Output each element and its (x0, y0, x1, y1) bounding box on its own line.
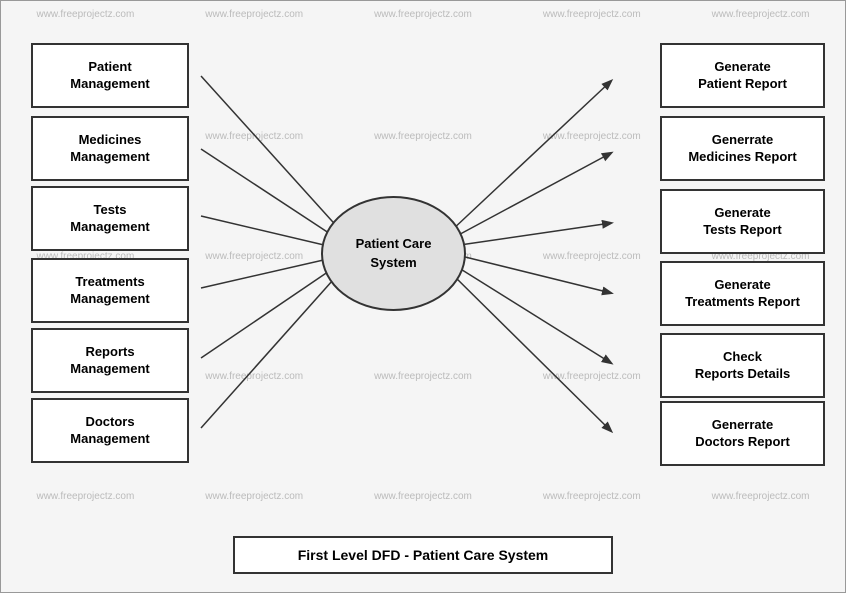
generate-tests-report-label: GenerateTests Report (703, 205, 782, 239)
treatments-management-box: TreatmentsManagement (31, 258, 189, 323)
doctors-management-label: DoctorsManagement (70, 414, 149, 448)
treatments-management-label: TreatmentsManagement (70, 274, 149, 308)
bottom-title: First Level DFD - Patient Care System (233, 536, 613, 574)
generate-patient-report-box: GeneratePatient Report (660, 43, 825, 108)
watermark-row-5: www.freeprojectz.com www.freeprojectz.co… (1, 491, 845, 502)
reports-management-label: ReportsManagement (70, 344, 149, 378)
medicines-management-label: MedicinesManagement (70, 132, 149, 166)
reports-management-box: ReportsManagement (31, 328, 189, 393)
watermark-row-1: www.freeprojectz.com www.freeprojectz.co… (1, 9, 845, 20)
check-reports-details-label: CheckReports Details (695, 349, 790, 383)
generate-treatments-report-label: GenerateTreatments Report (685, 277, 800, 311)
tests-management-box: TestsManagement (31, 186, 189, 251)
generate-doctors-report-box: GenerrateDoctors Report (660, 401, 825, 466)
generate-treatments-report-box: GenerateTreatments Report (660, 261, 825, 326)
generate-medicines-report-label: GenerrateMedicines Report (688, 132, 796, 166)
check-reports-details-box: CheckReports Details (660, 333, 825, 398)
generate-tests-report-box: GenerateTests Report (660, 189, 825, 254)
tests-management-label: TestsManagement (70, 202, 149, 236)
medicines-management-box: MedicinesManagement (31, 116, 189, 181)
center-circle: Patient CareSystem (321, 196, 466, 311)
generate-patient-report-label: GeneratePatient Report (698, 59, 787, 93)
generate-doctors-report-label: GenerrateDoctors Report (695, 417, 790, 451)
center-label: Patient CareSystem (356, 235, 432, 271)
patient-management-box: PatientManagement (31, 43, 189, 108)
generate-medicines-report-box: GenerrateMedicines Report (660, 116, 825, 181)
main-container: www.freeprojectz.com www.freeprojectz.co… (0, 0, 846, 593)
bottom-title-label: First Level DFD - Patient Care System (298, 547, 549, 563)
doctors-management-box: DoctorsManagement (31, 398, 189, 463)
patient-management-label: PatientManagement (70, 59, 149, 93)
